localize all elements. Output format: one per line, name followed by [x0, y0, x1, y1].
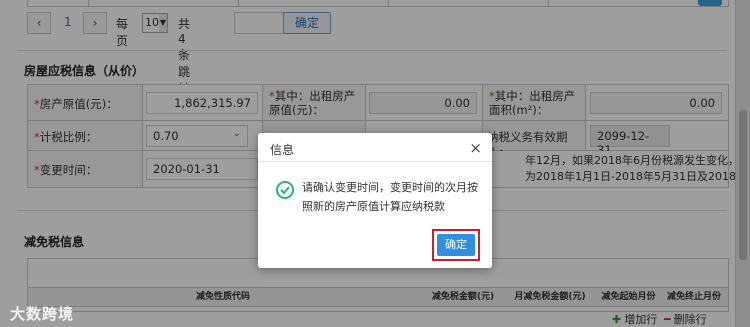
- highlight-frame: 确定: [432, 229, 480, 261]
- dialog-divider: [258, 161, 492, 162]
- dialog-ok-button[interactable]: 确定: [437, 234, 475, 256]
- close-icon[interactable]: ×: [469, 139, 482, 157]
- dialog-message: 请确认变更时间，变更时间的次月按照新的房产原值计算应纳税款: [302, 181, 478, 213]
- success-check-icon: [276, 181, 294, 199]
- confirm-dialog: 信息 × 请确认变更时间，变更时间的次月按照新的房产原值计算应纳税款 确定: [258, 133, 492, 268]
- dialog-title: 信息: [270, 143, 295, 157]
- watermark: 大数跨境: [10, 305, 75, 323]
